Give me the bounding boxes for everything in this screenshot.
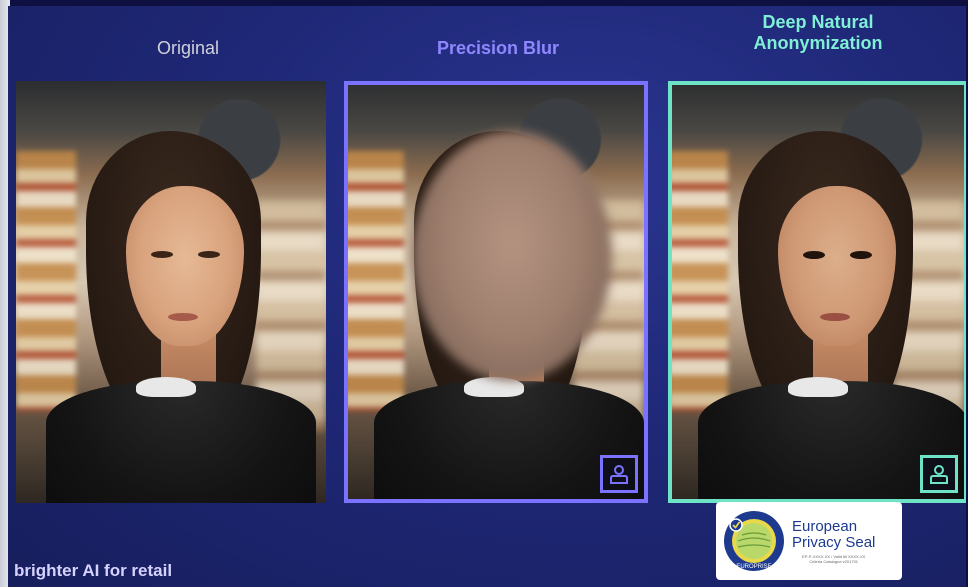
- deep-natural-anonymization-photo-panel: [668, 81, 966, 503]
- seal-name-line1: European: [792, 517, 858, 535]
- seal-name-line2: Privacy Seal: [792, 533, 876, 551]
- id-card-person-icon: [600, 455, 638, 493]
- original-photo-panel: [16, 81, 326, 503]
- heading-precision-blur: Precision Blur: [436, 38, 560, 58]
- id-card-person-icon: [920, 455, 958, 493]
- european-privacy-seal: EUROPRISE European Privacy Seal EP-P-XXX…: [716, 502, 902, 580]
- svg-text:EUROPRISE: EUROPRISE: [736, 564, 771, 570]
- footer-tagline: brighter AI for retail: [14, 561, 173, 580]
- face-blur-oval: [412, 131, 612, 381]
- anonymized-photo: [672, 85, 964, 499]
- blurred-photo: [348, 85, 644, 499]
- heading-deep-natural-anonymization: Deep Natural Anonymization: [753, 12, 883, 53]
- comparison-slide: Original Precision Blur Deep Natural Ano…: [8, 6, 966, 587]
- original-photo: [16, 81, 326, 503]
- europrise-seal-logo-icon: EUROPRISE: [724, 511, 784, 571]
- heading-original: Original: [156, 38, 220, 58]
- seal-fine-print: EP-P-XXXX-XX / Valid till XXXX-XX Criter…: [802, 553, 866, 564]
- precision-blur-photo-panel: [344, 81, 648, 503]
